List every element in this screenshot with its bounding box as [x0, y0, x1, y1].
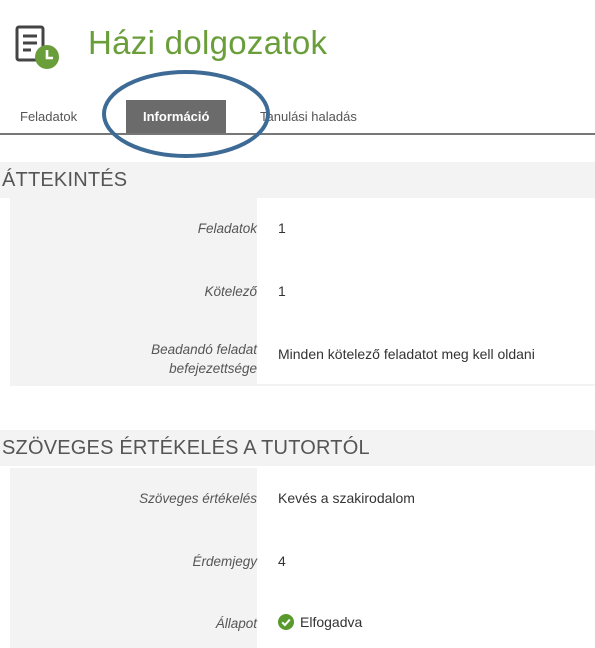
row-value: 1 [278, 220, 286, 236]
feedback-row-status: Állapot Elfogadva [10, 588, 595, 648]
feedback-row-grade: Érdemjegy 4 [10, 528, 595, 588]
tab-underline [0, 133, 595, 135]
overview-panel: Feladatok 1 Kötelező 1 Beadandó feladat … [10, 198, 595, 386]
page-header: Házi dolgozatok [0, 0, 595, 90]
tab-tasks[interactable]: Feladatok [20, 100, 77, 133]
tab-bar: Feladatok Információ Tanulási haladás [0, 100, 595, 134]
tab-learning-progress[interactable]: Tanulási haladás [260, 100, 357, 133]
overview-section-title: ÁTTEKINTÉS [0, 162, 595, 198]
row-label: Kötelező [204, 284, 257, 299]
feedback-row-text: Szöveges értékelés Kevés a szakirodalom [10, 468, 595, 528]
overview-row-mandatory: Kötelező 1 [10, 260, 595, 322]
row-label: Érdemjegy [192, 554, 257, 569]
row-label: Beadandó feladat befejezettsége [27, 340, 257, 378]
page-title: Házi dolgozatok [88, 24, 328, 61]
status-label: Elfogadva [300, 614, 363, 630]
row-label-line1: Beadandó feladat [151, 342, 257, 357]
row-value: 4 [278, 553, 286, 569]
row-value: Kevés a szakirodalom [278, 490, 415, 506]
feedback-panel: Szöveges értékelés Kevés a szakirodalom … [10, 468, 595, 648]
row-label: Feladatok [197, 221, 257, 236]
row-label-line2: befejezettsége [169, 361, 257, 376]
overview-row-completion: Beadandó feladat befejezettsége Minden k… [10, 322, 595, 386]
check-circle-icon [278, 614, 294, 631]
row-label: Szöveges értékelés [139, 491, 257, 506]
overview-row-tasks: Feladatok 1 [10, 198, 595, 260]
assignment-clock-icon [15, 25, 59, 69]
row-value: Minden kötelező feladatot meg kell oldan… [278, 346, 535, 362]
feedback-section-title: SZÖVEGES ÉRTÉKELÉS A TUTORTÓL [0, 430, 595, 466]
status-value: Elfogadva [278, 614, 595, 631]
tab-information[interactable]: Információ [126, 100, 227, 133]
row-label: Állapot [215, 616, 257, 631]
row-value: 1 [278, 283, 286, 299]
